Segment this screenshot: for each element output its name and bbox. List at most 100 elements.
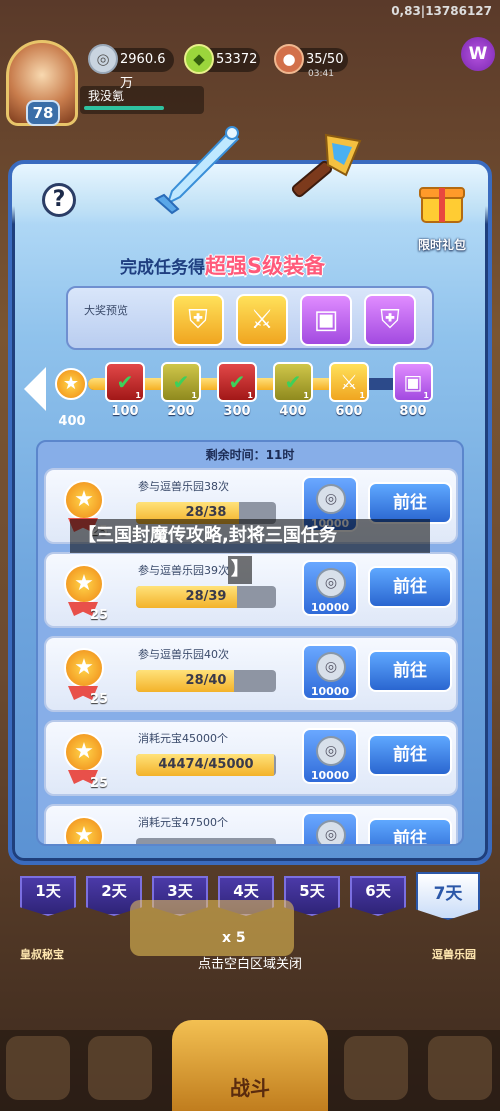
golden-axe-icon [291,133,362,198]
nav-rooster-icon[interactable] [344,1036,408,1100]
nav-shop-icon[interactable] [6,1036,70,1100]
task-coin-value: 10000 [310,769,350,782]
task-coin-reward[interactable]: ◎ 10000 [302,560,358,616]
task-coin-reward[interactable]: ◎ [302,812,358,844]
player-level-badge: 78 [26,100,60,126]
gem-value: 53372 [216,52,258,67]
ice-sword-icon [154,126,240,215]
task-coin-reward[interactable]: ◎ 10000 [302,728,358,784]
exp-bar [84,106,164,110]
task-name: 参与逗兽乐园39次 [138,564,229,577]
go-button[interactable]: 前往 [368,566,452,608]
player-name: 我没氪 [88,89,125,103]
task-progress-bar: 44474/45000 [136,754,276,776]
treasure-chest-icon: ▣ [313,305,339,335]
coin-counter[interactable]: ◎ 2960.6万 [88,44,174,91]
coin-icon: ◎ [316,484,346,514]
prize-sword-emblem[interactable]: ⚔ [236,294,288,346]
check-icon: ✔ [172,370,190,394]
milestone-chest-3[interactable]: ✔ 1 [273,362,313,402]
sword-emblem-icon: ⚔ [340,370,358,394]
milestone-chest-1[interactable]: ✔ 1 [161,362,201,402]
task-progress-text: 28/40 [185,673,227,688]
prize-preview-row: 大奖预览 ⛨ ⚔ ▣ ⛨ [66,286,434,350]
prize-preview-label: 大奖预览 [84,304,128,317]
milestone-value: 300 [223,404,251,419]
task-row: ★ 消耗元宝47500个 ◎ 前往 [44,804,458,844]
milestone-count: 1 [191,391,197,400]
title-highlight: 超强S级装备 [205,254,326,278]
star-reward-icon: ★ [64,564,104,604]
day-tab-6[interactable]: 6天 [350,876,406,916]
milestone-chest-2[interactable]: ✔ 1 [217,362,257,402]
gem-counter[interactable]: ◆ 53372 [184,44,260,74]
task-row: ★ 25 消耗元宝45000个 44474/45000 ◎ 10000 前往 [44,720,458,796]
milestone-chest-0[interactable]: ✔ 1 [105,362,145,402]
star-reward-icon: ★ [64,648,104,688]
milestone-chest-4[interactable]: ⚔ 1 [329,362,369,402]
background-multiplier: x 5 [222,930,246,946]
task-name: 参与逗兽乐园38次 [138,480,229,493]
prize-purple-shield[interactable]: ⛨ [364,294,416,346]
go-button[interactable]: 前往 [368,734,452,776]
overlay-caption-end: 】 [228,556,252,584]
task-name: 参与逗兽乐园40次 [138,648,229,661]
current-star-value: 400 [58,414,86,429]
snow-header-decoration [12,164,488,224]
milestone-count: 1 [423,391,429,400]
gift-box-icon[interactable] [418,180,466,224]
battle-button[interactable]: 战斗 [172,1020,328,1111]
go-button[interactable]: 前往 [368,482,452,524]
title-prefix: 完成任务得 [120,258,205,278]
task-name: 消耗元宝45000个 [138,732,228,745]
panel-title: 完成任务得超强S级装备 [120,250,325,280]
task-coin-reward[interactable]: ◎ 10000 [302,644,358,700]
task-progress-bar: 28/40 [136,670,276,692]
go-button[interactable]: 前往 [368,650,452,692]
coin-icon: ◎ [316,652,346,682]
battle-label: 战斗 [230,1076,270,1100]
coin-icon: ◎ [88,44,118,74]
sword-emblem-icon: ⚔ [250,305,274,335]
shield-icon: ⛨ [380,304,400,335]
milestone-chest-5[interactable]: ▣ 1 [393,362,433,402]
go-button[interactable]: 前往 [368,818,452,844]
milestone-count: 1 [135,391,141,400]
brand-logo-icon[interactable]: W [461,37,495,71]
star-reward-icon: ★ [64,480,104,520]
day-tab-7[interactable]: 7天 [416,872,480,920]
player-name-bar: 我没氪 [80,86,204,114]
task-progress-bar [136,838,276,844]
prize-s-chest[interactable]: ▣ [300,294,352,346]
milestone-count: 1 [303,391,309,400]
task-progress-text: 28/39 [185,589,227,604]
ingot-icon: ◆ [184,44,214,74]
task-coin-value: 10000 [310,685,350,698]
nav-helmet-icon[interactable] [88,1036,152,1100]
task-name: 消耗元宝47500个 [138,816,228,829]
task-row: ★ 25 参与逗兽乐园40次 28/40 ◎ 10000 前往 [44,636,458,712]
milestone-value: 800 [399,404,427,419]
task-list[interactable]: 剩余时间：11时 ★25参与逗兽乐园38次28/38◎10000前往★25参与逗… [36,440,464,846]
treasure-chest-icon: ▣ [403,370,423,394]
background-event-card [130,900,294,956]
limited-gift-label: 限时礼包 [417,238,466,252]
meat-icon: ● [274,44,304,74]
previous-arrow-icon[interactable] [24,367,46,411]
task-progress-text: 44474/45000 [158,757,254,772]
task-star-reward: 25 [90,776,109,791]
shield-icon: ⛨ [188,304,208,335]
milestone-value: 600 [335,404,363,419]
task-star-reward: 25 [90,608,109,623]
check-icon: ✔ [116,370,134,394]
milestone-count: 1 [247,391,253,400]
day-tab-1[interactable]: 1天 [20,876,76,916]
nav-food-icon[interactable] [428,1036,492,1100]
star-reward-icon: ★ [64,732,104,772]
watermark-text: 0,83|13786127 [391,4,492,18]
help-button[interactable]: ? [42,183,76,217]
prize-shield-chest[interactable]: ⛨ [172,294,224,346]
top-hud: 0,83|13786127 78 我没氪 ◎ 2960.6万 ◆ 53372 ●… [0,0,500,135]
overlay-caption: 【三国封魔传攻略,封将三国任务 [70,519,430,553]
close-hint[interactable]: 点击空白区域关闭 [0,953,500,972]
